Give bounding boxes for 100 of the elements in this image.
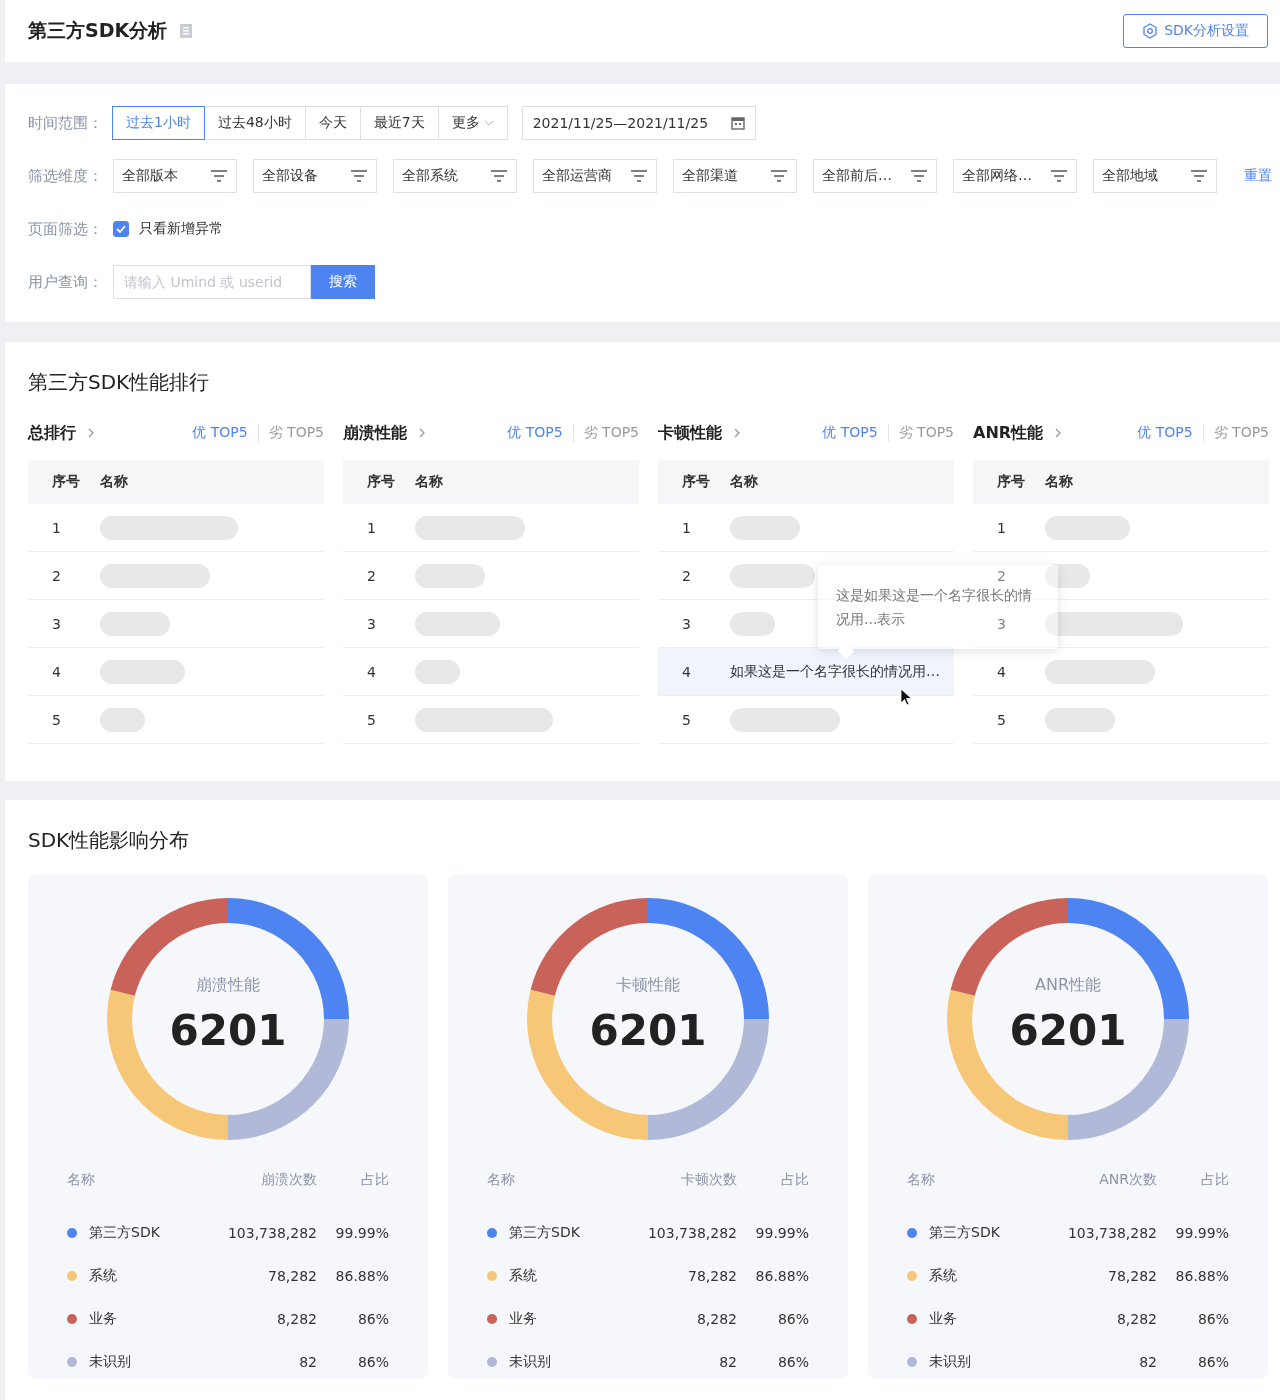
column-header: 名称 — [730, 473, 758, 491]
column-header: 名称 — [907, 1171, 936, 1189]
filter-label: 用户查询： — [28, 272, 104, 292]
table-cell-text: 2 — [51, 567, 62, 584]
search-button[interactable]: 搜索 — [311, 265, 375, 299]
legend-count: 103,738,282 — [226, 1223, 317, 1243]
table-cell-text: 3 — [366, 615, 377, 632]
time-range-option[interactable]: 最近7天 — [359, 106, 439, 140]
legend-share: 86.88% — [754, 1266, 809, 1286]
dimension-select[interactable]: 全部运营商 — [533, 159, 657, 193]
table-cell-text: 2 — [366, 567, 377, 584]
legend-name: 系统 — [509, 1265, 537, 1285]
table-cell-text: 2 — [996, 567, 1007, 584]
donut-label: 崩溃性能 — [196, 975, 260, 996]
legend-count: 82 — [1138, 1352, 1157, 1372]
legend-name: 第三方SDK — [509, 1222, 580, 1242]
time-range-option[interactable]: 过去1小时 — [112, 106, 205, 140]
dimension-select[interactable]: 全部前后… — [813, 159, 937, 193]
legend-name: 第三方SDK — [89, 1222, 160, 1242]
legend-count: 8,282 — [1115, 1309, 1157, 1329]
table-cell-text: 4 — [366, 663, 377, 680]
dimension-select[interactable]: 全部系统 — [393, 159, 517, 193]
legend-share: 86% — [776, 1309, 809, 1329]
legend-share: 86% — [776, 1352, 809, 1372]
filter-icon — [1190, 169, 1208, 183]
filter-label: 时间范围： — [28, 113, 104, 133]
document-icon[interactable] — [179, 23, 194, 39]
legend-count: 82 — [718, 1352, 737, 1372]
filter-icon — [630, 169, 648, 183]
top5-tab[interactable]: 优 TOP5 — [497, 424, 573, 442]
legend-share: 86.88% — [1174, 1266, 1229, 1286]
checkbox[interactable] — [113, 221, 129, 237]
legend-name: 系统 — [929, 1265, 957, 1285]
donut-total: 6201 — [589, 1006, 707, 1055]
dimension-select[interactable]: 全部设备 — [253, 159, 377, 193]
caret-icon — [483, 120, 494, 126]
legend-name: 业务 — [89, 1308, 117, 1328]
dimension-select[interactable]: 全部版本 — [113, 159, 237, 193]
table-cell-text: 3 — [996, 615, 1007, 632]
column-header: 占比 — [360, 1171, 389, 1189]
donut-total: 6201 — [1009, 1006, 1127, 1055]
filter-label: 筛选维度： — [28, 166, 104, 186]
legend-count: 78,282 — [1107, 1266, 1157, 1286]
column-header: 名称 — [415, 473, 443, 491]
table-cell-text: 1 — [366, 519, 377, 536]
legend-count: 8,282 — [695, 1309, 737, 1329]
top5-tab[interactable]: 优 TOP5 — [1127, 424, 1203, 442]
table-cell-text: 4 — [681, 663, 692, 680]
table-cell-text: 4 — [51, 663, 62, 680]
dimension-select[interactable]: 全部网络… — [953, 159, 1077, 193]
table-cell-text: 2 — [681, 567, 692, 584]
table-cell-text: 5 — [681, 711, 692, 728]
section-title: 第三方SDK性能排行 — [28, 369, 211, 396]
table-cell-text: 3 — [681, 615, 692, 632]
section-title: SDK性能影响分布 — [28, 827, 191, 854]
checkbox-label: 只看新增异常 — [139, 220, 223, 238]
more-dropdown[interactable]: 更多 — [437, 106, 508, 140]
donut-total: 6201 — [169, 1006, 287, 1055]
table-cell-text: 5 — [996, 711, 1007, 728]
legend-share: 86% — [1196, 1352, 1229, 1372]
date-range-field[interactable]: 2021/11/25—2021/11/25 — [521, 106, 756, 140]
table-cell-text: 3 — [51, 615, 62, 632]
legend-share: 86% — [1196, 1309, 1229, 1329]
column-header: 名称 — [67, 1171, 96, 1189]
legend-share: 99.99% — [1174, 1223, 1229, 1243]
panel-title: ANR性能 — [973, 422, 1044, 444]
legend-name: 未识别 — [929, 1351, 971, 1371]
table-cell-text: 5 — [51, 711, 62, 728]
filter-icon — [1050, 169, 1068, 183]
table-cell-text: 5 — [366, 711, 377, 728]
time-range-option[interactable]: 过去48小时 — [203, 106, 306, 140]
top5-tab[interactable]: 优 TOP5 — [812, 424, 888, 442]
dimension-select[interactable]: 全部地域 — [1093, 159, 1217, 193]
reset-link[interactable]: 重置 — [1244, 167, 1272, 185]
legend-name: 业务 — [929, 1308, 957, 1328]
column-header: 名称 — [487, 1171, 516, 1189]
legend-count: 103,738,282 — [646, 1223, 737, 1243]
column-header: 名称 — [1045, 473, 1073, 491]
panel-title: 卡顿性能 — [658, 422, 722, 444]
table-cell-text: 1 — [51, 519, 62, 536]
user-search-field[interactable]: 请输入 Umind 或 userid — [113, 265, 311, 299]
legend-share: 99.99% — [754, 1223, 809, 1243]
table-cell: 如果这是一个名字很长的情况用… — [730, 662, 940, 681]
filter-icon — [490, 169, 508, 183]
donut-label: ANR性能 — [1035, 975, 1101, 996]
column-header: 序号 — [996, 473, 1026, 491]
legend-name: 未识别 — [89, 1351, 131, 1371]
filter-icon — [350, 169, 368, 183]
top5-tab[interactable]: 优 TOP5 — [182, 424, 258, 442]
dimension-select[interactable]: 全部渠道 — [673, 159, 797, 193]
table-cell-text: 1 — [681, 519, 692, 536]
panel-title: 总排行 — [28, 422, 76, 444]
column-header: 占比 — [780, 1171, 809, 1189]
column-header: 卡顿次数 — [680, 1171, 737, 1189]
column-header: 崩溃次数 — [260, 1171, 317, 1189]
panel-title: 崩溃性能 — [343, 422, 407, 444]
legend-name: 业务 — [509, 1308, 537, 1328]
time-range-option[interactable]: 今天 — [304, 106, 361, 140]
settings-button[interactable]: SDK分析设置 — [1123, 14, 1268, 48]
calendar-icon — [730, 116, 745, 130]
